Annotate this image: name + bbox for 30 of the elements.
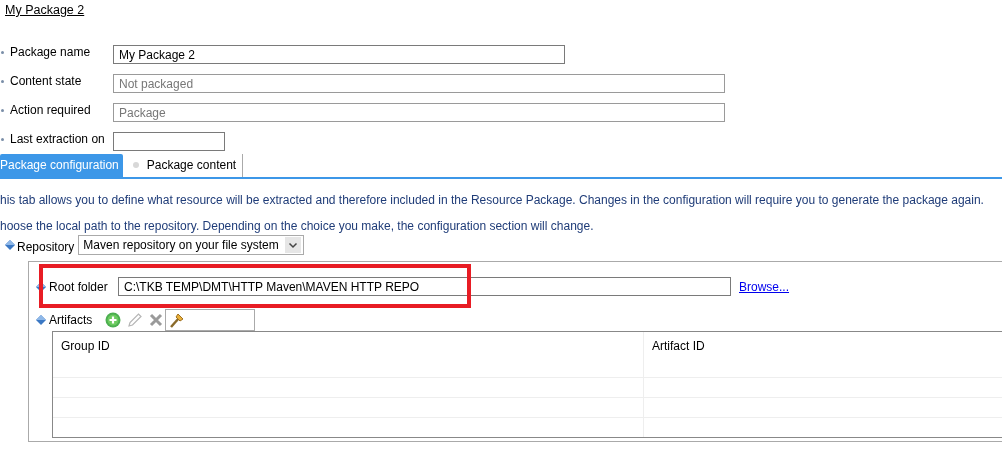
description-text: hoose the local path to the repository. Depending on the choice you make, the configuration section will change. xyxy=(0,219,595,233)
column-header: Artifact ID xyxy=(651,338,706,355)
bullet-icon xyxy=(1,51,4,54)
diamond-icon xyxy=(5,240,15,250)
delete-icon[interactable] xyxy=(149,312,163,327)
text-field[interactable] xyxy=(113,132,225,151)
field-label: Action required xyxy=(10,103,92,117)
field-label: Artifacts xyxy=(49,312,94,327)
bullet-icon xyxy=(1,138,4,141)
column-header: Group ID xyxy=(53,332,644,377)
diamond-icon xyxy=(36,314,46,325)
caret-icon xyxy=(285,237,302,253)
field-label: Last extraction on xyxy=(10,132,106,146)
field-label: Package name xyxy=(10,45,92,59)
pencil-icon[interactable] xyxy=(127,311,143,328)
description-text: his tab allows you to define what resource will be extracted and therefore included in the Resource Package. Changes in the configuration will require you to generate the package again. xyxy=(0,193,985,207)
field-label: Root folder xyxy=(49,279,109,294)
browse-link[interactable]: Browse... xyxy=(739,279,789,294)
dropdown[interactable]: Maven repository on your file system xyxy=(78,235,305,255)
field-label: Repository xyxy=(17,238,75,254)
filter-field[interactable] xyxy=(165,308,255,331)
dot-icon xyxy=(132,162,139,168)
bullet-icon xyxy=(1,80,4,83)
bullet-icon xyxy=(1,109,4,112)
tab[interactable]: Package content xyxy=(122,154,244,177)
text-field[interactable]: My Package 2 xyxy=(113,45,565,64)
text-field[interactable]: C:\TKB TEMP\DMT\HTTP Maven\MAVEN HTTP REPO xyxy=(118,277,731,296)
field-label: Content state xyxy=(10,74,83,88)
page-title[interactable]: My Package 2 xyxy=(0,0,1002,30)
add-icon[interactable] xyxy=(105,311,121,328)
